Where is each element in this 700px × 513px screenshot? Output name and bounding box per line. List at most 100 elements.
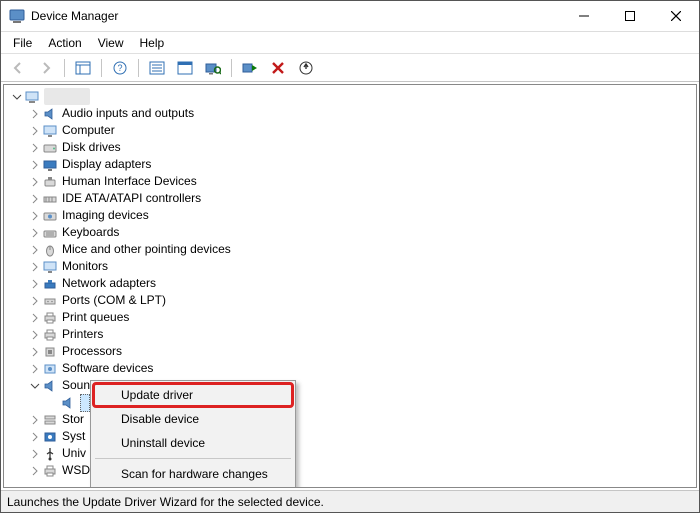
usb-icon — [42, 446, 58, 462]
ctx-disable[interactable]: Disable device — [93, 407, 293, 431]
disk-icon — [42, 140, 58, 156]
tree-item-label: Univ — [62, 445, 86, 462]
expand-icon[interactable] — [28, 107, 42, 121]
port-icon — [42, 293, 58, 309]
forward-button[interactable] — [33, 56, 59, 80]
toolbar: ? — [1, 54, 699, 82]
expand-icon[interactable] — [28, 362, 42, 376]
tree-item-label: Display adapters — [62, 156, 151, 173]
scan-hardware-button[interactable] — [200, 56, 226, 80]
menu-help[interactable]: Help — [132, 34, 173, 52]
expand-icon[interactable] — [28, 243, 42, 257]
ctx-scan[interactable]: Scan for hardware changes — [93, 462, 293, 486]
menu-file[interactable]: File — [5, 34, 40, 52]
window-title: Device Manager — [31, 9, 561, 23]
tree-item-keyboards[interactable]: Keyboards — [28, 224, 696, 241]
help-button[interactable]: ? — [107, 56, 133, 80]
expand-icon[interactable] — [28, 447, 42, 461]
expand-icon[interactable] — [28, 294, 42, 308]
tree-root[interactable]: ████ — [10, 88, 696, 105]
expand-icon[interactable] — [28, 141, 42, 155]
tree-item-imaging[interactable]: Imaging devices — [28, 207, 696, 224]
update-driver-toolbar-button[interactable] — [293, 56, 319, 80]
svg-text:?: ? — [117, 63, 122, 73]
tree-item-audio[interactable]: Audio inputs and outputs — [28, 105, 696, 122]
properties-button[interactable] — [172, 56, 198, 80]
tree-item-processors[interactable]: Processors — [28, 343, 696, 360]
expand-icon[interactable] — [28, 124, 42, 138]
speaker-icon — [42, 378, 58, 394]
expand-icon[interactable] — [28, 209, 42, 223]
tree-item-printq[interactable]: Print queues — [28, 309, 696, 326]
tree-item-hid[interactable]: Human Interface Devices — [28, 173, 696, 190]
network-icon — [42, 276, 58, 292]
minimize-button[interactable] — [561, 1, 607, 31]
menubar: File Action View Help — [1, 32, 699, 54]
enable-button[interactable] — [237, 56, 263, 80]
context-menu: Update driverDisable deviceUninstall dev… — [90, 380, 296, 488]
menu-action[interactable]: Action — [40, 34, 89, 52]
tree-item-printers[interactable]: Printers — [28, 326, 696, 343]
tree-item-network[interactable]: Network adapters — [28, 275, 696, 292]
context-menu-separator — [95, 458, 291, 459]
tree-item-label: Printers — [62, 326, 103, 343]
tree-item-label: Software devices — [62, 360, 153, 377]
expand-icon[interactable] — [28, 192, 42, 206]
expand-icon[interactable] — [28, 226, 42, 240]
back-button[interactable] — [5, 56, 31, 80]
tree-item-ide[interactable]: IDE ATA/ATAPI controllers — [28, 190, 696, 207]
ctx-update[interactable]: Update driver — [93, 383, 293, 407]
computer-icon — [24, 89, 40, 105]
speaker-icon — [60, 395, 76, 411]
expand-icon[interactable] — [28, 158, 42, 172]
tree-item-label: WSD — [62, 462, 90, 479]
display-icon — [42, 157, 58, 173]
printer-icon — [42, 310, 58, 326]
toolbar-separator — [101, 59, 102, 77]
titlebar: Device Manager — [1, 1, 699, 32]
tree-item-software[interactable]: Software devices — [28, 360, 696, 377]
tree-item-monitors[interactable]: Monitors — [28, 258, 696, 275]
statusbar: Launches the Update Driver Wizard for th… — [1, 490, 699, 512]
printer-icon — [42, 463, 58, 479]
app-icon — [9, 8, 25, 24]
expand-icon[interactable] — [28, 345, 42, 359]
maximize-button[interactable] — [607, 1, 653, 31]
close-button[interactable] — [653, 1, 699, 31]
monitor-icon — [42, 259, 58, 275]
window-buttons — [561, 1, 699, 31]
tree-item-mice[interactable]: Mice and other pointing devices — [28, 241, 696, 258]
show-connection-button[interactable] — [70, 56, 96, 80]
tree-item-label: Computer — [62, 122, 115, 139]
expand-icon[interactable] — [28, 413, 42, 427]
menu-view[interactable]: View — [90, 34, 132, 52]
system-icon — [42, 429, 58, 445]
status-text: Launches the Update Driver Wizard for th… — [7, 495, 324, 509]
expand-icon[interactable] — [28, 328, 42, 342]
tree-item-display[interactable]: Display adapters — [28, 156, 696, 173]
collapse-icon[interactable] — [10, 90, 24, 104]
expand-icon[interactable] — [28, 430, 42, 444]
cpu-icon — [42, 344, 58, 360]
tree-item-computer[interactable]: Computer — [28, 122, 696, 139]
camera-icon — [42, 208, 58, 224]
tree-item-ports[interactable]: Ports (COM & LPT) — [28, 292, 696, 309]
expand-icon[interactable] — [28, 277, 42, 291]
expand-icon[interactable] — [28, 311, 42, 325]
tree-item-label: Audio inputs and outputs — [62, 105, 194, 122]
root-label: ████ — [44, 88, 90, 105]
monitor-icon — [42, 123, 58, 139]
expand-icon[interactable] — [28, 260, 42, 274]
expand-icon[interactable] — [28, 464, 42, 478]
tree-item-label: Stor — [62, 411, 84, 428]
mouse-icon — [42, 242, 58, 258]
device-tree-panel[interactable]: ████ Audio inputs and outputsComputerDis… — [3, 84, 697, 488]
expand-icon[interactable] — [28, 175, 42, 189]
selected-audio-device[interactable] — [80, 394, 90, 412]
collapse-icon[interactable] — [28, 379, 42, 393]
action-menu-button[interactable] — [144, 56, 170, 80]
uninstall-button[interactable] — [265, 56, 291, 80]
ctx-uninstall[interactable]: Uninstall device — [93, 431, 293, 455]
tree-item-label: Imaging devices — [62, 207, 149, 224]
tree-item-disk[interactable]: Disk drives — [28, 139, 696, 156]
